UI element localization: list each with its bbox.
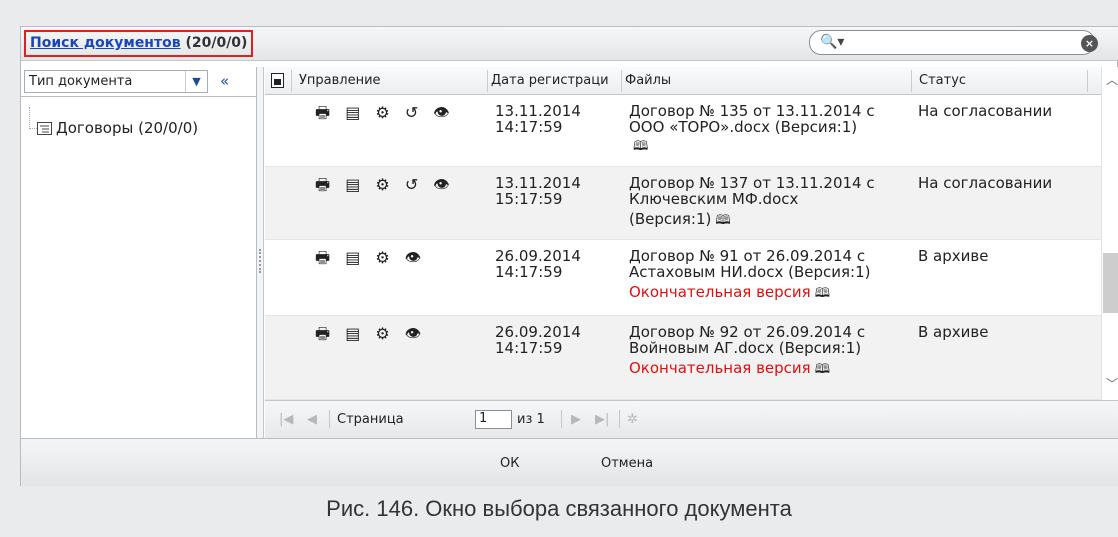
page-number-input[interactable]: 1	[475, 410, 512, 429]
file-line: Ключевским МФ.docx	[629, 190, 799, 208]
file-line: Договор № 91 от 26.09.2014 с	[629, 247, 866, 265]
row-status: На согласовании	[918, 102, 1053, 120]
header-status[interactable]: Статус	[919, 73, 1079, 88]
file-line: ООО «ТОРО».docx (Версия:1)	[629, 118, 858, 136]
ok-button[interactable]: ОК	[500, 456, 519, 471]
time-value: 14:17:59	[495, 263, 563, 281]
page: Поиск документов (20/0/0) 🔍▾ × Тип докум…	[0, 0, 1118, 537]
document-list-icon	[37, 121, 52, 135]
time-value: 15:17:59	[495, 190, 563, 208]
row-status: В архиве	[918, 247, 989, 265]
open-book-icon[interactable]: 🕮	[815, 362, 830, 377]
file-line: (Версия:1)	[629, 210, 712, 228]
row-date: 26.09.2014 14:17:59	[495, 248, 615, 280]
grid-header: Управление Дата регистраци Файлы Статус	[265, 67, 1101, 95]
table-row[interactable]: 🖶 ▤ ⚙ 👁 26.09.2014 14:17:59 Договор № 91 …	[265, 240, 1101, 316]
splitter-grip[interactable]	[259, 249, 261, 273]
refresh-icon[interactable]: ✲	[627, 412, 638, 427]
file-line: Договор № 137 от 13.11.2014 с	[629, 174, 875, 192]
scroll-down-icon[interactable]: ﹀	[1106, 375, 1118, 392]
next-page-icon[interactable]: ▶	[571, 412, 581, 427]
row-files[interactable]: Договор № 137 от 13.11.2014 с Ключевским …	[629, 175, 919, 229]
figure-caption: Рис. 146. Окно выбора связанного докумен…	[326, 496, 792, 521]
date-value: 13.11.2014	[495, 174, 581, 192]
final-version-label: Окончательная версия	[629, 283, 811, 301]
open-book-icon[interactable]: 🕮	[815, 286, 830, 301]
time-value: 14:17:59	[495, 118, 563, 136]
first-page-icon[interactable]: |◀	[279, 412, 293, 427]
cancel-button[interactable]: Отмена	[601, 456, 653, 471]
date-value: 13.11.2014	[495, 102, 581, 120]
search-documents-link[interactable]: Поиск документов	[30, 35, 181, 51]
file-line: Договор № 92 от 26.09.2014 с	[629, 323, 866, 341]
clear-icon[interactable]: ×	[1081, 35, 1098, 52]
column-divider	[487, 70, 488, 92]
table-row[interactable]: 🖶 ▤ ⚙ 👁 26.09.2014 14:17:59 Договор № 92 …	[265, 316, 1101, 400]
row-actions[interactable]: 🖶 ▤ ⚙ 👁	[315, 326, 426, 342]
row-files[interactable]: Договор № 92 от 26.09.2014 с Войновым АГ.…	[629, 324, 919, 378]
pager: |◀ ◀ Страница 1 из 1 ▶ ▶| ✲	[265, 400, 1118, 438]
scrollbar-thumb[interactable]	[1103, 253, 1118, 313]
divider	[619, 410, 620, 428]
table-row[interactable]: 🖶 ▤ ⚙ ↺ 👁 13.11.2014 15:17:59 Договор № 1…	[265, 167, 1101, 240]
divider	[21, 96, 257, 97]
column-divider	[291, 70, 292, 92]
row-files[interactable]: Договор № 91 от 26.09.2014 с Астаховым НИ…	[629, 248, 919, 302]
title-bar: Поиск документов (20/0/0) 🔍▾ ×	[21, 27, 1118, 61]
last-page-icon[interactable]: ▶|	[595, 412, 609, 427]
file-line: Войновым АГ.docx (Версия:1)	[629, 339, 862, 357]
documents-grid: Управление Дата регистраци Файлы Статус …	[265, 67, 1101, 400]
doc-type-value: Тип документа	[29, 74, 133, 89]
search-icon[interactable]: 🔍▾	[820, 34, 844, 50]
dialog-footer: ОК Отмена	[21, 438, 1118, 486]
file-line: Астаховым НИ.docx (Версия:1)	[629, 263, 871, 281]
date-value: 26.09.2014	[495, 247, 581, 265]
row-date: 13.11.2014 15:17:59	[495, 175, 615, 207]
left-panel: Тип документа ▼ « Договоры (20/0/0)	[21, 67, 257, 438]
row-actions[interactable]: 🖶 ▤ ⚙ ↺ 👁	[315, 177, 455, 193]
row-date: 13.11.2014 14:17:59	[495, 103, 615, 135]
column-divider	[621, 70, 622, 92]
row-actions[interactable]: 🖶 ▤ ⚙ ↺ 👁	[315, 105, 455, 121]
row-files[interactable]: Договор № 135 от 13.11.2014 с ООО «ТОРО».…	[629, 103, 919, 155]
vertical-scrollbar[interactable]: ︿ ﹀	[1101, 67, 1118, 400]
row-status: В архиве	[918, 323, 989, 341]
prev-page-icon[interactable]: ◀	[307, 412, 317, 427]
file-line: Договор № 135 от 13.11.2014 с	[629, 102, 875, 120]
time-value: 14:17:59	[495, 339, 563, 357]
final-version-label: Окончательная версия	[629, 359, 811, 377]
doc-type-select[interactable]: Тип документа ▼	[24, 70, 208, 93]
divider	[561, 410, 562, 428]
table-row[interactable]: 🖶 ▤ ⚙ ↺ 👁 13.11.2014 14:17:59 Договор № 1…	[265, 95, 1101, 167]
page-label: Страница	[337, 412, 404, 427]
row-actions[interactable]: 🖶 ▤ ⚙ 👁	[315, 250, 426, 266]
page-total: из 1	[517, 412, 545, 427]
document-column-icon	[271, 73, 284, 88]
documents-count: (20/0/0)	[185, 35, 248, 51]
dialog-window: Поиск документов (20/0/0) 🔍▾ × Тип докум…	[20, 26, 1118, 486]
date-value: 26.09.2014	[495, 323, 581, 341]
divider	[329, 410, 330, 428]
row-status: На согласовании	[918, 174, 1053, 192]
scroll-up-icon[interactable]: ︿	[1106, 71, 1118, 88]
header-date[interactable]: Дата регистраци	[491, 73, 619, 88]
collapse-panel-icon[interactable]: «	[220, 72, 229, 90]
header-files[interactable]: Файлы	[625, 73, 905, 88]
column-divider	[911, 70, 912, 92]
header-actions[interactable]: Управление	[299, 73, 479, 88]
dialog-title: Поиск документов (20/0/0)	[24, 30, 254, 57]
tree-item-label: Договоры (20/0/0)	[56, 119, 199, 137]
tree-item-contracts[interactable]: Договоры (20/0/0)	[37, 119, 198, 137]
open-book-icon[interactable]: 🕮	[715, 213, 730, 228]
chevron-down-icon[interactable]: ▼	[185, 71, 207, 92]
row-date: 26.09.2014 14:17:59	[495, 324, 615, 356]
search-input[interactable]: 🔍▾ ×	[809, 30, 1098, 55]
open-book-icon[interactable]: 🕮	[633, 139, 648, 154]
column-divider	[1087, 70, 1088, 92]
panel-splitter[interactable]	[257, 67, 264, 438]
